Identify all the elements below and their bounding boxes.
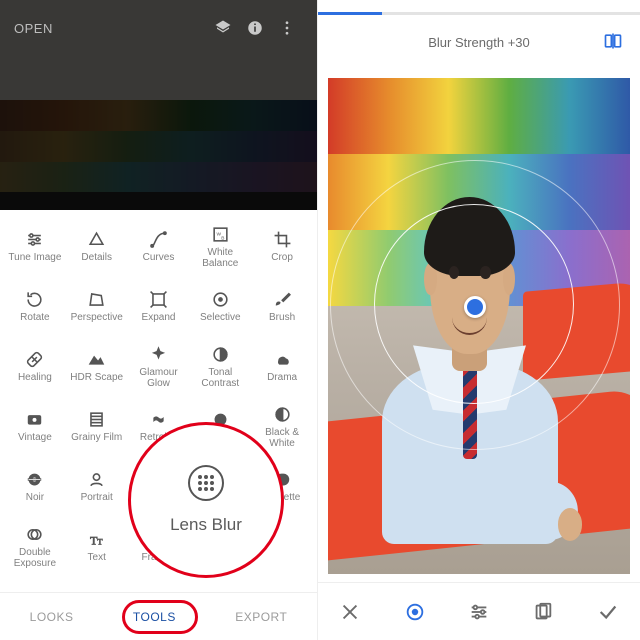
tool-label: White Balance <box>202 248 238 269</box>
svg-text:B: B <box>221 235 224 241</box>
adjust-title: Blur Strength +30 <box>318 24 640 60</box>
tool-selective[interactable]: Selective <box>189 276 251 336</box>
styles-button[interactable] <box>521 590 565 634</box>
perspective-icon <box>87 288 106 310</box>
tool-vintage[interactable]: Vintage <box>4 396 66 456</box>
tab-tools[interactable]: TOOLS <box>133 610 176 624</box>
svg-text:T: T <box>97 536 103 546</box>
tool-noir[interactable]: Noir <box>4 456 66 516</box>
tool-label: Text <box>88 553 106 564</box>
tool-grainy-film[interactable]: Grainy Film <box>66 396 128 456</box>
right-screenshot: Blur Strength +30 <box>317 0 640 640</box>
left-screenshot: OPEN Tune Image Details Curves WB White Bala… <box>0 0 317 640</box>
white-balance-icon: WB <box>211 223 230 245</box>
tool-label: HDR Scape <box>70 373 123 384</box>
tool-hdr-scape[interactable]: HDR Scape <box>66 336 128 396</box>
double-exposure-icon <box>25 523 44 545</box>
strength-progress <box>318 12 640 15</box>
tool-rotate[interactable]: Rotate <box>4 276 66 336</box>
tab-export[interactable]: EXPORT <box>235 610 287 624</box>
tool-healing[interactable]: Healing <box>4 336 66 396</box>
rotate-icon <box>25 288 44 310</box>
blur-center-handle[interactable] <box>464 296 486 318</box>
tool-glamour-glow[interactable]: Glamour Glow <box>128 336 190 396</box>
compare-icon[interactable] <box>600 28 626 54</box>
tool-label: Black & White <box>265 428 299 449</box>
curves-icon <box>149 228 168 250</box>
tool-details[interactable]: Details <box>66 216 128 276</box>
tool-drama[interactable]: Drama <box>251 336 313 396</box>
glamour-glow-icon <box>149 343 168 365</box>
expand-icon <box>149 288 168 310</box>
image-preview-dimmed: OPEN <box>0 0 317 210</box>
tool-label: Crop <box>271 253 293 264</box>
open-button[interactable]: OPEN <box>14 21 53 36</box>
grainy-film-icon <box>87 408 106 430</box>
drama-icon <box>273 348 292 370</box>
focus-shape-button[interactable] <box>393 590 437 634</box>
tool-portrait[interactable]: Portrait <box>66 456 128 516</box>
vintage-icon <box>25 408 44 430</box>
noir-icon <box>25 468 44 490</box>
tool-perspective[interactable]: Perspective <box>66 276 128 336</box>
tool-label: Expand <box>142 313 176 324</box>
layers-icon[interactable] <box>207 19 239 37</box>
tab-looks[interactable]: LOOKS <box>30 610 74 624</box>
selective-icon <box>211 288 230 310</box>
tool-label: Tonal Contrast <box>201 368 239 389</box>
tool-crop[interactable]: Crop <box>251 216 313 276</box>
adjust-button[interactable] <box>457 590 501 634</box>
tool-label: Glamour Glow <box>139 368 177 389</box>
lens-blur-icon <box>188 465 224 501</box>
tool-label: Vintage <box>18 433 52 444</box>
portrait-icon <box>87 468 106 490</box>
tool-white-balance[interactable]: WB White Balance <box>189 216 251 276</box>
tool-expand[interactable]: Expand <box>128 276 190 336</box>
tonal-contrast-icon <box>211 343 230 365</box>
tool-label: Curves <box>143 253 175 264</box>
apply-button[interactable] <box>586 590 630 634</box>
details-icon <box>87 228 106 250</box>
tool-label: Grainy Film <box>71 433 122 444</box>
tool-text[interactable]: TT Text <box>66 516 128 576</box>
lens-blur-callout-label: Lens Blur <box>170 515 242 535</box>
crop-icon <box>273 228 292 250</box>
tool-tonal-contrast[interactable]: Tonal Contrast <box>189 336 251 396</box>
bottom-tabs: LOOKS TOOLS EXPORT <box>0 592 317 640</box>
tool-double-exposure[interactable]: Double Exposure <box>4 516 66 576</box>
editor-toolbar <box>318 582 640 640</box>
lens-blur-callout: Lens Blur <box>128 422 284 578</box>
tool-label: Portrait <box>81 493 113 504</box>
tool-label: Drama <box>267 373 297 384</box>
info-icon[interactable] <box>239 19 271 37</box>
tool-label: Noir <box>26 493 44 504</box>
healing-icon <box>25 348 44 370</box>
tool-brush[interactable]: Brush <box>251 276 313 336</box>
retrolux-icon <box>149 408 168 430</box>
tool-label: Perspective <box>71 313 123 324</box>
tool-tune-image[interactable]: Tune Image <box>4 216 66 276</box>
cancel-button[interactable] <box>328 590 372 634</box>
tool-label: Brush <box>269 313 295 324</box>
tool-label: Tune Image <box>8 253 61 264</box>
tool-label: Selective <box>200 313 241 324</box>
black-white-icon <box>273 403 292 425</box>
tool-label: Healing <box>18 373 52 384</box>
brush-icon <box>273 288 292 310</box>
tune-image-icon <box>25 228 44 250</box>
more-icon[interactable] <box>271 19 303 37</box>
tool-curves[interactable]: Curves <box>128 216 190 276</box>
tool-label: Rotate <box>20 313 49 324</box>
tool-label: Details <box>81 253 112 264</box>
tool-label: Double Exposure <box>14 548 56 569</box>
hdr-scape-icon <box>87 348 106 370</box>
image-canvas[interactable] <box>328 78 630 574</box>
text-icon: TT <box>87 528 106 550</box>
